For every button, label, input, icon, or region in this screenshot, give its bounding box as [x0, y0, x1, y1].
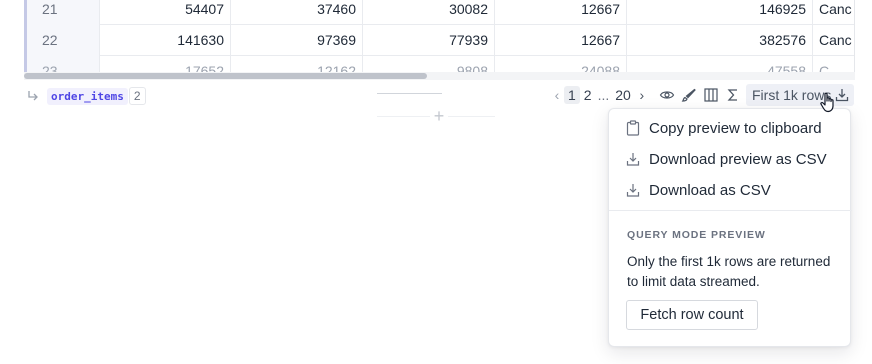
menu-divider — [609, 210, 852, 211]
output-variable: order_items 2 — [27, 86, 146, 106]
paint-brush-icon[interactable] — [680, 86, 698, 104]
page-button-last[interactable]: 20 — [611, 86, 635, 104]
table-row: 21 54407 37460 30082 12667 146925 Canc — [24, 0, 854, 25]
hand-pointer-icon — [819, 92, 837, 119]
columns-icon[interactable] — [702, 86, 720, 104]
query-mode-description: Only the first 1k rows are returned to l… — [627, 254, 831, 289]
pager-ellipsis: ... — [597, 87, 610, 103]
query-mode-section-title: QUERY MODE PREVIEW — [627, 229, 766, 241]
return-arrow-icon — [27, 90, 39, 102]
menu-item-copy-preview[interactable]: Copy preview to clipboard — [609, 114, 852, 142]
table-row: 22 141630 97369 77939 12667 382576 Canc — [24, 25, 854, 56]
chevron-right-icon[interactable]: › — [635, 87, 649, 103]
table-cell[interactable]: 77939 — [363, 25, 495, 56]
menu-item-download-preview-csv[interactable]: Download preview as CSV — [609, 145, 852, 173]
cell-resize-handle[interactable] — [377, 93, 442, 94]
download-icon — [626, 151, 640, 167]
table-cell[interactable]: 146925 — [627, 0, 813, 25]
table-cell[interactable]: Canc — [813, 0, 854, 25]
download-icon — [626, 182, 640, 198]
menu-item-label: Copy preview to clipboard — [649, 119, 822, 137]
add-cell-plus-icon[interactable]: + — [430, 107, 448, 125]
table-cell[interactable]: 54407 — [100, 0, 231, 25]
table-cell[interactable]: 30082 — [363, 0, 495, 25]
pagination: ‹ 1 2 ... 20 › — [550, 84, 649, 106]
download-menu: Copy preview to clipboard Download previ… — [608, 108, 852, 347]
row-index: 21 — [27, 0, 100, 25]
chevron-left-icon[interactable]: ‹ — [550, 87, 564, 103]
table-cell[interactable]: 37460 — [231, 0, 363, 25]
menu-item-label: Download as CSV — [649, 181, 771, 199]
horizontal-scrollbar[interactable] — [24, 72, 855, 80]
scrollbar-thumb[interactable] — [24, 73, 427, 79]
page-button[interactable]: 1 — [564, 86, 580, 104]
data-table: 21 54407 37460 30082 12667 146925 Canc 2… — [24, 0, 855, 80]
menu-item-label: Download preview as CSV — [649, 150, 827, 168]
rows-download-button[interactable]: First 1k rows — [746, 84, 854, 106]
variable-name[interactable]: order_items — [47, 87, 128, 105]
table-cell[interactable]: 97369 — [231, 25, 363, 56]
page-button[interactable]: 2 — [580, 86, 596, 104]
clipboard-icon — [626, 120, 640, 136]
table-cell[interactable]: 12667 — [495, 25, 627, 56]
table-cell[interactable]: 12667 — [495, 0, 627, 25]
table-toolbar — [658, 85, 742, 105]
table-cell[interactable]: 382576 — [627, 25, 813, 56]
table-cell[interactable]: 141630 — [100, 25, 231, 56]
menu-item-download-csv[interactable]: Download as CSV — [609, 176, 852, 204]
eye-icon[interactable] — [658, 86, 676, 104]
variable-count-badge: 2 — [128, 87, 146, 105]
sigma-icon[interactable] — [724, 86, 742, 104]
table-cell[interactable]: Canc — [813, 25, 854, 56]
row-index: 22 — [27, 25, 100, 56]
fetch-row-count-button[interactable]: Fetch row count — [626, 300, 758, 330]
